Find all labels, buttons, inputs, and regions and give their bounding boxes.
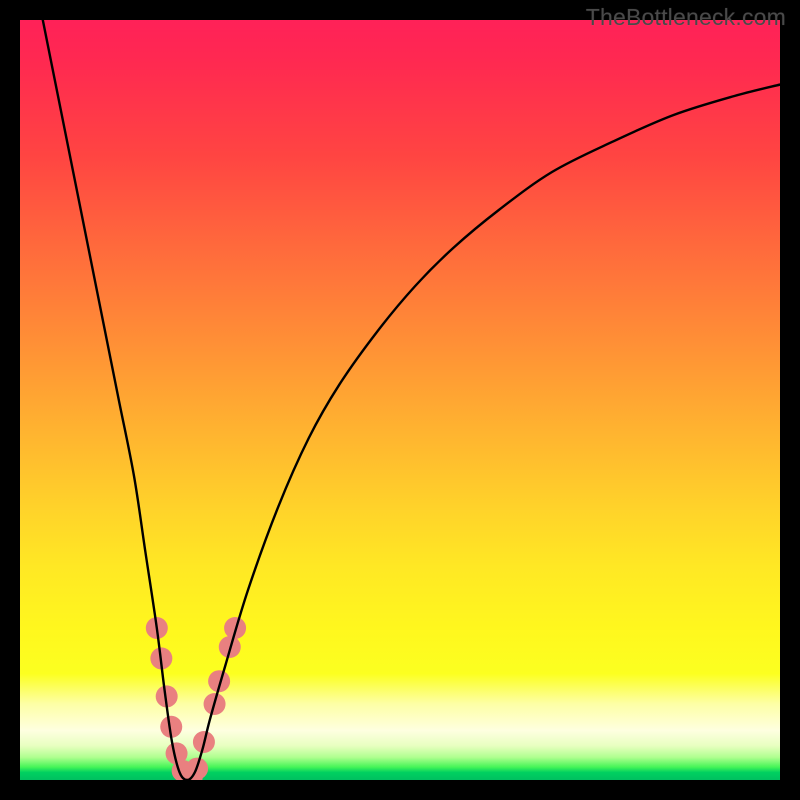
plot-area [20, 20, 780, 780]
chart-frame: TheBottleneck.com [0, 0, 800, 800]
curve-layer [20, 20, 780, 780]
watermark-text: TheBottleneck.com [586, 4, 786, 31]
bottleneck-curve [43, 20, 780, 780]
data-markers [146, 617, 246, 780]
